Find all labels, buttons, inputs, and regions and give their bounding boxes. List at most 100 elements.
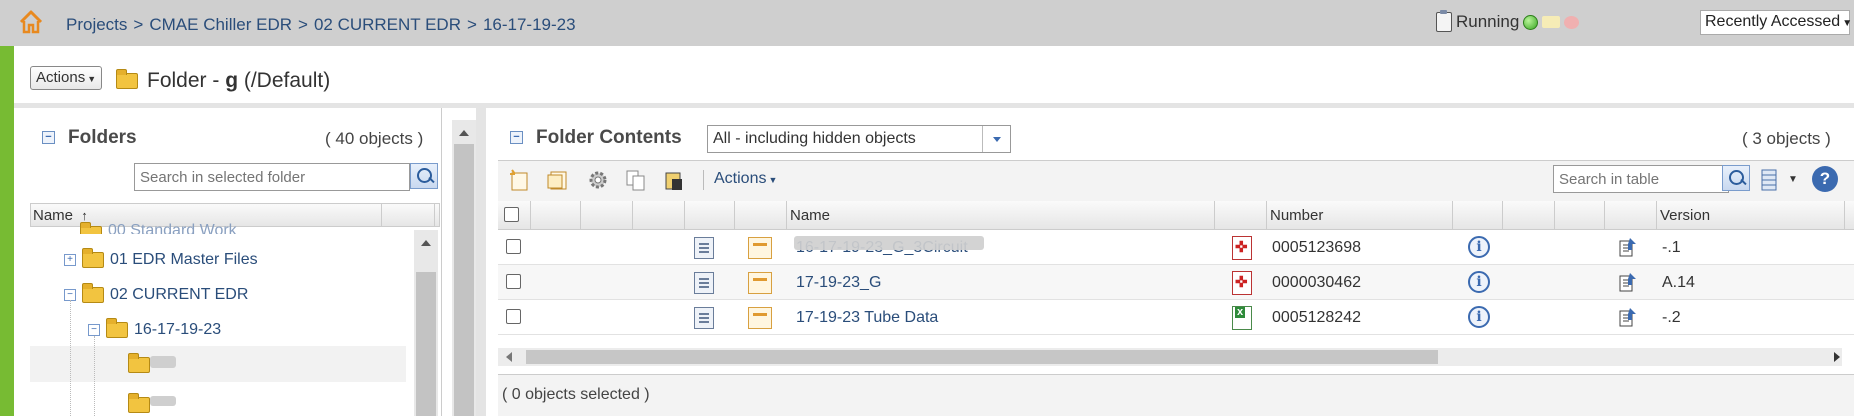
row-name-link[interactable]: 17-19-23 Tube Data: [796, 309, 938, 327]
home-icon[interactable]: [18, 9, 44, 35]
toolbar-actions-button[interactable]: Actions ▼: [714, 170, 777, 188]
breadcrumb-current-folder[interactable]: 16-17-19-23: [483, 15, 576, 34]
document-info-icon[interactable]: [694, 272, 714, 294]
toolbar-separator: [703, 170, 704, 190]
tree-item-standard-work[interactable]: 00 Standard Work: [80, 222, 237, 234]
new-document-icon[interactable]: [508, 168, 532, 192]
tree-scrollbar[interactable]: [414, 230, 438, 416]
tree-guide-line: [70, 300, 71, 416]
help-icon[interactable]: ?: [1812, 166, 1838, 192]
page-title-path: (/Default): [238, 69, 331, 92]
tree-item-16-17-19-23[interactable]: − 16-17-19-23: [88, 318, 221, 339]
horizontal-scrollbar-thumb[interactable]: [526, 350, 1438, 364]
tree-column-name-label: Name: [33, 207, 74, 224]
contents-collapse-icon[interactable]: −: [510, 131, 523, 144]
breadcrumb-cmae-chiller-edr[interactable]: CMAE Chiller EDR: [149, 15, 292, 34]
information-icon[interactable]: i: [1468, 306, 1490, 328]
copy-icon[interactable]: [624, 168, 648, 192]
scroll-left-icon[interactable]: [506, 352, 512, 362]
folders-collapse-icon[interactable]: −: [42, 131, 55, 144]
document-info-icon[interactable]: [694, 307, 714, 329]
related-objects-icon[interactable]: [1618, 271, 1640, 293]
table-search-button[interactable]: [1722, 165, 1750, 191]
view-icon[interactable]: [748, 307, 772, 329]
row-name-link[interactable]: 17-19-23_G: [796, 274, 881, 292]
breadcrumb-projects[interactable]: Projects: [66, 15, 127, 34]
panel-divider[interactable]: [476, 108, 486, 416]
tree-item-redacted[interactable]: [128, 353, 150, 373]
tree-row-highlight: [30, 346, 406, 382]
visibility-filter-select[interactable]: All - including hidden objects: [707, 125, 1011, 153]
breadcrumb-separator: >: [133, 15, 144, 34]
paste-icon[interactable]: [662, 168, 686, 192]
breadcrumb-current-edr[interactable]: 02 CURRENT EDR: [314, 15, 461, 34]
document-info-icon[interactable]: [694, 237, 714, 259]
column-divider: [1844, 201, 1845, 230]
breadcrumb: Projects > CMAE Chiller EDR >02 CURRENT EDR…: [66, 15, 576, 35]
panel-scrollbar[interactable]: [452, 120, 476, 416]
column-header-name[interactable]: Name: [790, 207, 830, 224]
select-all-checkbox[interactable]: [504, 207, 519, 222]
table-row[interactable]: 16-17-19-23_G_3Circuit 0005123698 i -.1: [498, 230, 1854, 265]
folder-search-input[interactable]: [134, 163, 410, 191]
tree-item-label: 02 CURRENT EDR: [110, 286, 249, 303]
table-row[interactable]: 17-19-23_G 0000030462 i A.14: [498, 265, 1854, 300]
tree-item-redacted[interactable]: [128, 393, 150, 413]
table-row[interactable]: 17-19-23 Tube Data 0005128242 i -.2: [498, 300, 1854, 335]
tree-guide-line: [94, 336, 95, 416]
scroll-right-icon[interactable]: [1834, 352, 1840, 362]
status-red-light-icon: [1564, 15, 1580, 29]
recently-accessed-dropdown[interactable]: Recently Accessed ▼: [1700, 10, 1853, 35]
chevron-down-icon: ▼: [1842, 18, 1853, 29]
column-header-version[interactable]: Version: [1660, 207, 1710, 224]
row-checkbox[interactable]: [506, 309, 521, 324]
redacted-label: [150, 396, 176, 406]
folder-icon: [128, 353, 150, 373]
breadcrumb-separator: >: [467, 15, 477, 34]
row-checkbox[interactable]: [506, 274, 521, 289]
page-title-prefix: Folder -: [147, 69, 226, 92]
folder-search-button[interactable]: [410, 163, 438, 189]
row-number: 0005123698: [1272, 239, 1361, 256]
related-objects-icon[interactable]: [1618, 306, 1640, 328]
status-green-light-icon: [1523, 14, 1539, 30]
column-divider: [684, 201, 685, 230]
row-checkbox[interactable]: [506, 239, 521, 254]
table-search-input[interactable]: [1553, 165, 1729, 193]
folder-icon: [82, 248, 104, 268]
pdf-file-icon[interactable]: [1232, 271, 1252, 295]
row-number: 0000030462: [1272, 274, 1361, 291]
tree-scrollbar-thumb[interactable]: [416, 272, 436, 416]
tree-item-edr-master-files[interactable]: +01 EDR Master Files: [64, 248, 258, 269]
row-number: 0005128242: [1272, 309, 1361, 326]
clipboard-icon[interactable]: [1436, 10, 1452, 32]
selection-count: ( 0 objects selected ): [502, 386, 650, 403]
folders-title: Folders: [68, 127, 137, 148]
status-indicator: Running: [1436, 10, 1580, 32]
toolbar-actions-label: Actions: [714, 170, 767, 187]
scroll-up-icon[interactable]: [459, 130, 469, 136]
excel-file-icon[interactable]: [1232, 306, 1252, 330]
settings-icon[interactable]: [586, 168, 610, 192]
column-divider: [734, 201, 735, 230]
related-objects-icon[interactable]: [1618, 236, 1640, 258]
status-label: Running: [1456, 12, 1520, 31]
expand-icon[interactable]: +: [64, 254, 76, 266]
new-folder-icon[interactable]: [546, 168, 570, 192]
tree-item-label: 01 EDR Master Files: [110, 251, 258, 268]
chevron-down-icon[interactable]: ▼: [1788, 174, 1798, 185]
view-icon[interactable]: [748, 272, 772, 294]
folder-icon: [128, 393, 150, 413]
information-icon[interactable]: i: [1468, 271, 1490, 293]
information-icon[interactable]: i: [1468, 236, 1490, 258]
scroll-up-icon[interactable]: [421, 240, 431, 246]
tree-item-current-edr[interactable]: −02 CURRENT EDR: [64, 283, 249, 304]
table-horizontal-scrollbar[interactable]: [498, 348, 1842, 366]
pdf-file-icon[interactable]: [1232, 236, 1252, 260]
view-icon[interactable]: [748, 237, 772, 259]
actions-button[interactable]: Actions ▼: [30, 66, 103, 90]
column-header-number[interactable]: Number: [1270, 207, 1323, 224]
column-settings-icon[interactable]: [1760, 168, 1780, 192]
panel-scrollbar-thumb[interactable]: [454, 144, 474, 416]
collapse-icon[interactable]: −: [88, 324, 100, 336]
